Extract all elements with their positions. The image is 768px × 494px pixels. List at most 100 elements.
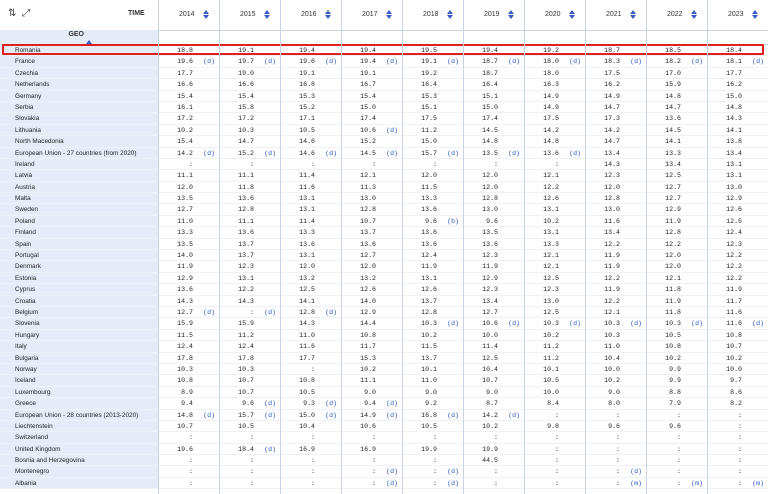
row-label[interactable]: Germany: [0, 90, 158, 101]
cell-flag[interactable]: (d): [203, 410, 215, 421]
cell-flag[interactable]: (d): [203, 307, 215, 318]
sort-icon[interactable]: [447, 10, 454, 21]
row-label[interactable]: European Union - 27 countries (from 2020…: [0, 147, 158, 158]
cell-flag[interactable]: (d): [264, 410, 276, 421]
sort-icon[interactable]: [630, 10, 637, 21]
cell-flag[interactable]: (d): [203, 56, 215, 67]
cell-flag[interactable]: (d): [752, 318, 764, 329]
cell-flag[interactable]: (b): [447, 216, 459, 227]
sort-icon[interactable]: [386, 10, 393, 21]
sort-icon[interactable]: [752, 10, 759, 21]
cell-flag[interactable]: (d): [386, 148, 398, 159]
cell-flag[interactable]: (d): [447, 478, 459, 489]
row-label[interactable]: Liechtenstein: [0, 420, 158, 432]
row-label[interactable]: Albania: [0, 477, 158, 489]
cell-flag[interactable]: (d): [447, 466, 459, 477]
row-label[interactable]: Iceland: [0, 375, 158, 386]
row-label[interactable]: European Union - 28 countries (2013-2020…: [0, 409, 158, 420]
cell-flag[interactable]: (d): [386, 466, 398, 477]
cell-flag[interactable]: (d): [691, 56, 703, 67]
cell-flag[interactable]: (d): [508, 410, 520, 421]
swap-icon[interactable]: ⇅: [8, 9, 16, 19]
cell-flag[interactable]: (d): [386, 478, 398, 489]
row-label[interactable]: Ireland: [0, 158, 158, 170]
year-header-2014[interactable]: 2014: [158, 0, 220, 30]
cell-flag[interactable]: (d): [752, 56, 764, 67]
cell-flag[interactable]: (d): [630, 56, 642, 67]
cell-flag[interactable]: (d): [386, 398, 398, 409]
year-header-2015[interactable]: 2015: [219, 0, 281, 30]
row-label[interactable]: France: [0, 56, 158, 67]
cell-flag[interactable]: (m): [630, 478, 642, 489]
cell-flag[interactable]: (d): [447, 148, 459, 159]
sort-icon[interactable]: [691, 10, 698, 21]
row-label[interactable]: Estonia: [0, 272, 158, 284]
row-label[interactable]: Greece: [0, 398, 158, 409]
cell-flag[interactable]: (m): [752, 478, 764, 489]
row-label[interactable]: United Kingdom: [0, 443, 158, 455]
cell-flag[interactable]: (d): [447, 410, 459, 421]
cell-flag[interactable]: (d): [325, 410, 337, 421]
cell-flag[interactable]: (d): [569, 148, 581, 159]
year-header-2023[interactable]: 2023: [707, 0, 768, 30]
year-header-2016[interactable]: 2016: [280, 0, 342, 30]
sort-icon[interactable]: [508, 10, 515, 21]
cell-flag[interactable]: (d): [264, 398, 276, 409]
row-label[interactable]: Cyprus: [0, 284, 158, 295]
row-label[interactable]: Spain: [0, 238, 158, 250]
cell-flag[interactable]: (d): [203, 148, 215, 159]
row-label[interactable]: Portugal: [0, 250, 158, 261]
row-label[interactable]: Italy: [0, 341, 158, 352]
cell-flag[interactable]: (d): [264, 444, 276, 455]
year-header-2020[interactable]: 2020: [524, 0, 586, 30]
row-label[interactable]: Slovenia: [0, 318, 158, 329]
cell-flag[interactable]: (d): [386, 56, 398, 67]
cell-flag[interactable]: (d): [264, 56, 276, 67]
cell-flag[interactable]: (d): [508, 56, 520, 67]
row-label[interactable]: Poland: [0, 215, 158, 227]
year-header-2022[interactable]: 2022: [646, 0, 708, 30]
cell-flag[interactable]: (d): [325, 398, 337, 409]
year-header-2017[interactable]: 2017: [341, 0, 403, 30]
row-label[interactable]: Croatia: [0, 295, 158, 306]
row-label[interactable]: Bulgaria: [0, 352, 158, 363]
row-label[interactable]: Bosnia and Herzegovina: [0, 455, 158, 466]
row-label[interactable]: North Macedonia: [0, 136, 158, 147]
cell-flag[interactable]: (d): [508, 148, 520, 159]
sort-icon[interactable]: [569, 10, 576, 21]
cell-flag[interactable]: (d): [264, 307, 276, 318]
cell-flag[interactable]: (d): [325, 148, 337, 159]
year-header-2018[interactable]: 2018: [402, 0, 464, 30]
sort-icon[interactable]: [264, 10, 271, 21]
row-label[interactable]: Norway: [0, 363, 158, 375]
cell-flag[interactable]: (d): [630, 318, 642, 329]
cell-flag[interactable]: (d): [508, 318, 520, 329]
row-label[interactable]: Serbia: [0, 101, 158, 113]
row-label[interactable]: Malta: [0, 193, 158, 204]
cell-flag[interactable]: (d): [569, 56, 581, 67]
row-label[interactable]: Hungary: [0, 329, 158, 341]
cell-flag[interactable]: (d): [569, 318, 581, 329]
row-label[interactable]: Switzerland: [0, 432, 158, 443]
cell-flag[interactable]: (d): [691, 318, 703, 329]
row-label[interactable]: Sweden: [0, 204, 158, 215]
cell-flag[interactable]: (d): [325, 56, 337, 67]
expand-icon[interactable]: ⤢: [22, 9, 30, 19]
row-label[interactable]: Denmark: [0, 261, 158, 272]
year-header-2021[interactable]: 2021: [585, 0, 647, 30]
row-label[interactable]: Latvia: [0, 170, 158, 181]
row-label[interactable]: Netherlands: [0, 79, 158, 90]
row-label[interactable]: Montenegro: [0, 466, 158, 477]
cell-flag[interactable]: (d): [325, 307, 337, 318]
row-label[interactable]: Slovakia: [0, 113, 158, 124]
row-label[interactable]: Austria: [0, 181, 158, 193]
year-header-2019[interactable]: 2019: [463, 0, 525, 30]
cell-flag[interactable]: (d): [264, 148, 276, 159]
cell-flag[interactable]: (d): [447, 56, 459, 67]
cell-flag[interactable]: (d): [630, 466, 642, 477]
cell-flag[interactable]: (d): [386, 410, 398, 421]
cell-flag[interactable]: (m): [691, 478, 703, 489]
cell-flag[interactable]: (d): [447, 318, 459, 329]
row-label[interactable]: Lithuania: [0, 124, 158, 136]
row-label[interactable]: Czechia: [0, 67, 158, 79]
